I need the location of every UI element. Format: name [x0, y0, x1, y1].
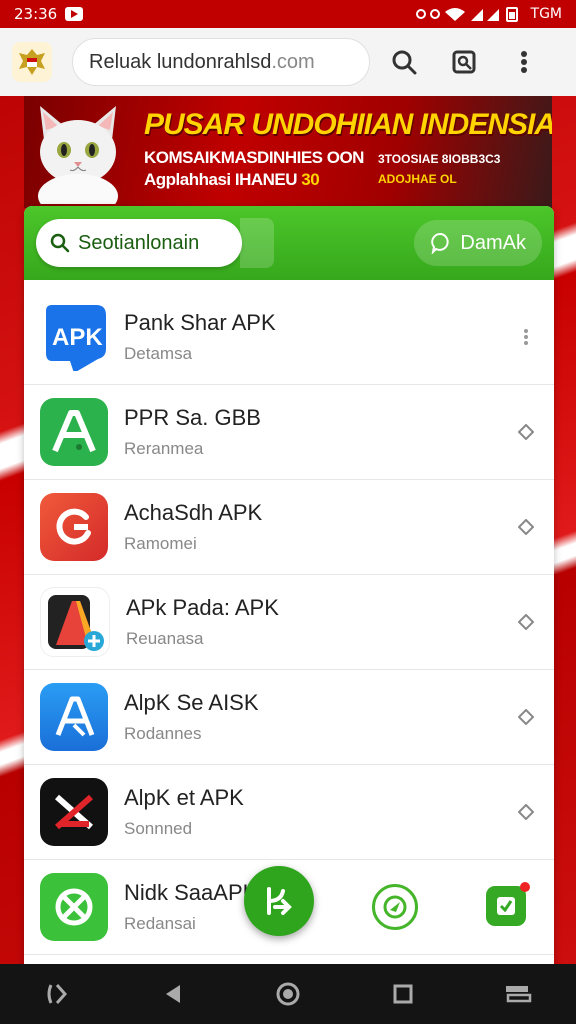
status-time: 23:36	[14, 5, 58, 23]
banner-subtitle-2-text: Agplahhasi IHANEU	[144, 170, 302, 189]
search-pill-wrap: Seotianlonain	[36, 218, 274, 268]
cross-box-icon	[40, 873, 108, 941]
garuda-icon	[19, 49, 45, 75]
app-name: Nidk SaaAPK	[124, 880, 258, 905]
app-subtitle: Rodannes	[124, 724, 202, 743]
green-toolbar: Seotianlonain DamAk	[24, 206, 554, 280]
status-right-text: TGM	[530, 6, 562, 22]
download-button[interactable]: DamAk	[414, 220, 542, 266]
search-icon	[50, 233, 70, 253]
reader-icon[interactable]	[438, 36, 490, 88]
app-name: APk Pada: APK	[126, 595, 279, 620]
search-pill-tail	[240, 218, 274, 268]
share-fab-button[interactable]	[244, 866, 314, 936]
system-nav-bar	[0, 964, 576, 1024]
app-subtitle: Ramomei	[124, 534, 197, 553]
app-store-a-icon	[40, 683, 108, 751]
more-vert-icon[interactable]	[498, 36, 550, 88]
diamond-icon[interactable]	[514, 800, 538, 824]
recents-icon[interactable]	[379, 970, 427, 1018]
banner-side-text-1: 3TOOSIAE 8IOBB3C3	[378, 152, 501, 166]
promo-banner[interactable]: PUSAR UNDOHIIAN INDENSIAN KOMSAIKMASDINH…	[24, 96, 552, 208]
gradient-a-icon	[40, 587, 110, 657]
x-mark-icon	[40, 778, 108, 846]
status-bar: 23:36 TGM	[0, 0, 576, 28]
diamond-icon[interactable]	[514, 420, 538, 444]
search-button[interactable]: Seotianlonain	[36, 219, 242, 267]
banner-subtitle-2: Agplahhasi IHANEU 30	[144, 170, 320, 190]
keyboard-icon[interactable]	[494, 970, 542, 1018]
diamond-icon[interactable]	[514, 705, 538, 729]
app-subtitle: Redansai	[124, 914, 196, 933]
share-icon	[267, 887, 292, 915]
compass-icon	[383, 895, 407, 919]
app-list-item[interactable]: APK Pank Shar APK Detamsa	[24, 290, 554, 385]
banner-title: PUSAR UNDOHIIAN INDENSIAN	[144, 108, 552, 141]
app-list-item[interactable]: AchaSdh APK Ramomei	[24, 480, 554, 575]
app-subtitle: Reranmea	[124, 439, 204, 458]
url-tld: .com	[271, 50, 315, 73]
app-list-item[interactable]: APk Pada: APK Reuanasa	[24, 575, 554, 670]
site-logo[interactable]	[12, 42, 52, 82]
app-subtitle: Detamsa	[124, 344, 193, 363]
app-switch-icon[interactable]	[34, 970, 82, 1018]
app-name: AchaSdh APK	[124, 500, 263, 525]
refresh-g-icon	[40, 493, 108, 561]
cat-mascot-image	[38, 106, 118, 204]
diamond-icon[interactable]	[514, 610, 538, 634]
app-list-item[interactable]: AlpK Se AISK Rodannes	[24, 670, 554, 765]
url-domain: Reluak lundonrahlsd	[89, 50, 272, 73]
app-subtitle: Sonnned	[124, 819, 193, 838]
checklist-button[interactable]	[486, 882, 530, 926]
banner-subtitle-2-number: 30	[301, 170, 320, 189]
app-list: APK Pank Shar APK Detamsa PPR Sa. GBB Re…	[24, 290, 554, 955]
app-name: Pank Shar APK	[124, 310, 276, 335]
search-icon[interactable]	[378, 36, 430, 88]
compass-button[interactable]	[372, 884, 418, 930]
notification-dot	[520, 882, 530, 892]
app-name: AlpK et APK	[124, 785, 244, 810]
youtube-notification-icon	[65, 7, 84, 21]
app-list-item[interactable]: AlpK et APK Sonnned	[24, 765, 554, 860]
back-icon[interactable]	[149, 970, 197, 1018]
download-button-label: DamAk	[460, 231, 526, 254]
banner-subtitle-1: KOMSAIKMASDINHIES OON	[144, 148, 364, 167]
app-name: PPR Sa. GBB	[124, 405, 261, 430]
url-bar[interactable]: Reluak lundonrahlsd .com	[72, 38, 370, 86]
check-square-icon	[497, 897, 515, 915]
app-name: AlpK Se AISK	[124, 690, 259, 715]
svg-text:APK: APK	[52, 324, 103, 351]
browser-toolbar: Reluak lundonrahlsd .com	[0, 28, 576, 96]
status-icons	[415, 7, 518, 22]
chat-bubble-icon	[431, 232, 450, 254]
android-a-icon	[40, 398, 108, 466]
search-button-label: Seotianlonain	[78, 231, 200, 254]
app-list-panel: Seotianlonain DamAk APK Pank Shar APK De…	[24, 206, 554, 976]
diamond-icon[interactable]	[514, 515, 538, 539]
app-subtitle: Reuanasa	[126, 629, 204, 648]
banner-side-text-2: ADOJHAE OL	[378, 172, 457, 186]
apk-badge-icon: APK	[40, 303, 108, 371]
more-icon[interactable]	[514, 325, 538, 349]
app-list-item[interactable]: PPR Sa. GBB Reranmea	[24, 385, 554, 480]
home-icon[interactable]	[264, 970, 312, 1018]
